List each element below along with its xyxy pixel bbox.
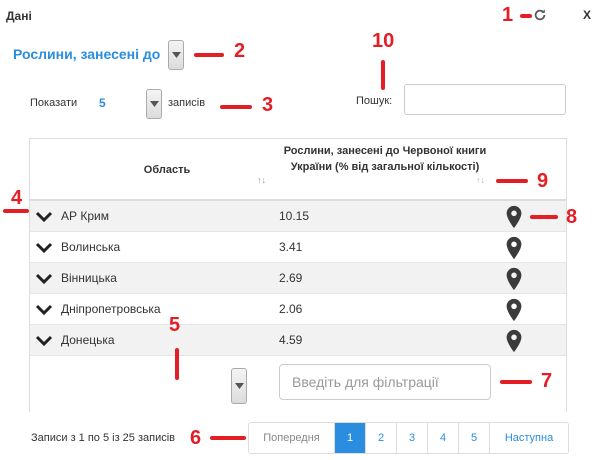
chevron-down-icon <box>149 101 159 107</box>
cell-value: 2.06 <box>279 302 303 316</box>
table-row[interactable]: АР Крим 10.15 <box>30 201 566 232</box>
chevron-down-icon[interactable] <box>35 335 53 346</box>
pagination: Попередня 1 2 3 4 5 Наступна <box>248 422 569 454</box>
cell-region: АР Крим <box>61 209 109 223</box>
annotation-pointer <box>381 60 385 90</box>
pagination-page[interactable]: 1 <box>335 423 366 453</box>
page-length-dropdown-button[interactable] <box>146 89 162 119</box>
sort-icon[interactable]: ↑↓ <box>257 175 266 185</box>
annotation-pointer <box>520 14 532 18</box>
map-pin-icon[interactable] <box>503 329 525 353</box>
panel-title: Дані <box>6 9 32 23</box>
pagination-page[interactable]: 4 <box>428 423 459 453</box>
annotation-pointer <box>175 348 179 380</box>
pagination-page[interactable]: 5 <box>459 423 490 453</box>
table-info: Записи з 1 по 5 із 25 записів <box>31 432 176 444</box>
annotation-number: 5 <box>169 314 181 336</box>
table-row[interactable]: Волинська 3.41 <box>30 232 566 263</box>
pagination-previous[interactable]: Попередня <box>249 423 335 453</box>
chevron-down-icon[interactable] <box>35 242 53 253</box>
annotation-pointer <box>530 215 558 219</box>
chevron-down-icon <box>171 52 181 58</box>
annotation-pointer <box>210 436 246 440</box>
map-pin-icon[interactable] <box>503 205 525 229</box>
pagination-page[interactable]: 2 <box>366 423 397 453</box>
annotation-pointer <box>496 179 528 183</box>
refresh-icon[interactable] <box>533 8 547 22</box>
annotation-number: 10 <box>372 30 395 52</box>
cell-value: 3.41 <box>279 240 303 254</box>
annotation-number: 6 <box>190 427 202 449</box>
cell-value: 4.59 <box>279 333 303 347</box>
map-pin-icon[interactable] <box>503 236 525 260</box>
dataset-select-value[interactable]: Рослини, занесені до <box>13 46 160 62</box>
pagination-next[interactable]: Наступна <box>490 423 568 453</box>
annotation-pointer <box>3 209 29 213</box>
annotation-number: 1 <box>502 4 514 26</box>
table-header: Область ↑↓ Рослини, занесені до Червоної… <box>30 139 566 201</box>
cell-region: Дніпропетровська <box>61 302 161 316</box>
annotation-pointer <box>194 53 224 57</box>
chevron-down-icon[interactable] <box>35 273 53 284</box>
search-label: Пошук: <box>356 95 393 107</box>
table-row[interactable]: Вінницька 2.69 <box>30 263 566 294</box>
show-label: Показати <box>30 97 78 109</box>
table-row[interactable]: Донецька 4.59 <box>30 325 566 356</box>
column-header-value[interactable]: Рослини, занесені до Червоної книги Укра… <box>277 143 493 175</box>
data-panel: Дані X Рослини, занесені до Показати 5 з… <box>0 0 598 460</box>
map-pin-icon[interactable] <box>503 267 525 291</box>
cell-region: Волинська <box>61 240 121 254</box>
search-input[interactable] <box>404 84 566 115</box>
cell-value: 2.69 <box>279 271 303 285</box>
map-pin-icon[interactable] <box>503 298 525 322</box>
filter-row <box>30 356 566 412</box>
records-label: записів <box>168 97 206 109</box>
annotation-number: 4 <box>11 187 23 209</box>
data-table: Область ↑↓ Рослини, занесені до Червоної… <box>29 138 567 412</box>
column-header-region[interactable]: Область <box>59 139 275 201</box>
chevron-down-icon[interactable] <box>35 211 53 222</box>
chevron-down-icon[interactable] <box>35 304 53 315</box>
page-length-value[interactable]: 5 <box>99 96 106 110</box>
pagination-page[interactable]: 3 <box>397 423 428 453</box>
cell-region: Вінницька <box>61 271 117 285</box>
chevron-down-icon <box>234 383 244 389</box>
table-row[interactable]: Дніпропетровська 2.06 <box>30 294 566 325</box>
region-filter-dropdown-button[interactable] <box>231 368 247 404</box>
value-filter-input[interactable] <box>279 364 491 400</box>
cell-value: 10.15 <box>279 209 310 223</box>
annotation-number: 9 <box>537 170 549 192</box>
annotation-pointer <box>220 105 252 109</box>
annotation-number: 3 <box>262 94 274 116</box>
annotation-pointer <box>500 380 532 384</box>
annotation-number: 8 <box>566 206 578 228</box>
sort-icon[interactable]: ↑↓ <box>476 175 485 185</box>
cell-region: Донецька <box>61 333 115 347</box>
annotation-number: 2 <box>234 40 246 62</box>
close-button[interactable]: X <box>583 8 591 22</box>
annotation-number: 7 <box>541 370 553 392</box>
dataset-dropdown-button[interactable] <box>168 40 184 70</box>
